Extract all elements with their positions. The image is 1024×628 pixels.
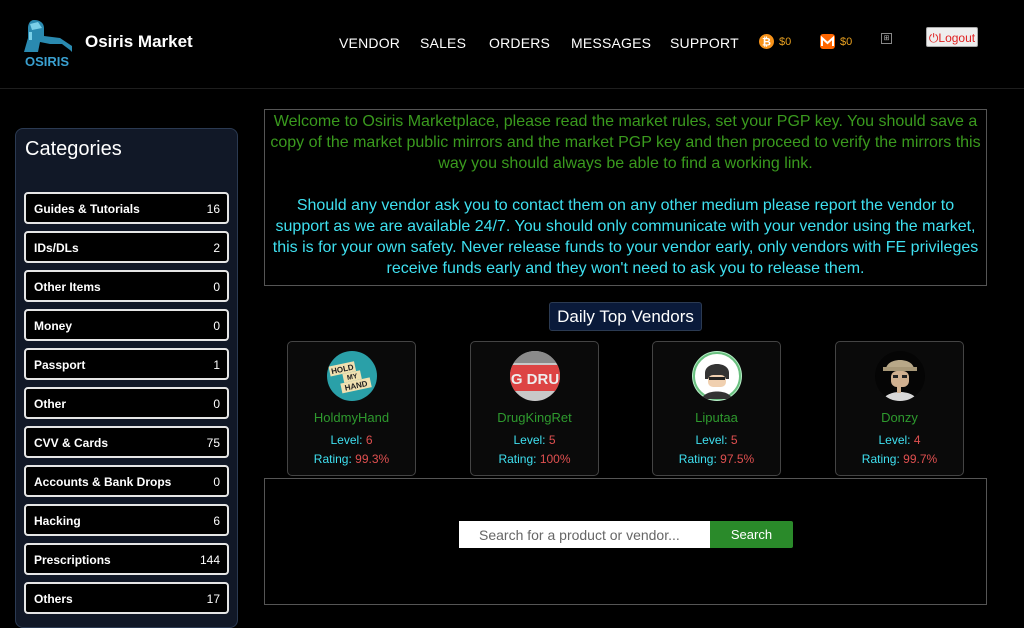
category-other-items[interactable]: Other Items 0 [24, 270, 229, 302]
vendor-avatar: HOLD MY HAND [327, 351, 377, 401]
vendor-rating: Rating: 99.3% [313, 452, 390, 466]
top-bar: OSIRIS Osiris Market VENDOR SALES ORDERS… [0, 0, 1024, 89]
welcome-paragraph: Welcome to Osiris Marketplace, please re… [270, 113, 981, 172]
category-others[interactable]: Others 17 [24, 582, 229, 614]
vendor-level: Level: 6 [330, 433, 373, 447]
vendor-rating: Rating: 97.5% [678, 452, 755, 466]
category-accounts-bank-drops[interactable]: Accounts & Bank Drops 0 [24, 465, 229, 497]
vendor-rating: Rating: 100% [498, 452, 571, 466]
categories-sidebar: Categories Guides & Tutorials 16 IDs/DLs 2… [15, 128, 238, 628]
category-count: 0 [213, 397, 220, 411]
category-money[interactable]: Money 0 [24, 309, 229, 341]
vendor-name[interactable]: Liputaa [653, 410, 780, 425]
bitcoin-icon: ₿ [759, 34, 774, 49]
search-input[interactable] [459, 521, 710, 548]
category-count: 17 [206, 592, 220, 606]
xmr-balance: $0 [840, 36, 853, 48]
category-guides-tutorials[interactable]: Guides & Tutorials 16 [24, 192, 229, 224]
welcome-notice: Welcome to Osiris Marketplace, please re… [264, 109, 987, 286]
category-count: 6 [213, 514, 220, 528]
vendor-level: Level: 4 [878, 433, 921, 447]
vendor-card[interactable]: G DRU DrugKingRet Level: 5 Rating: 100% [470, 341, 599, 476]
logout-label: Logout [938, 31, 976, 45]
category-label: Other Items [34, 280, 101, 294]
nav-messages[interactable]: MESSAGES [571, 35, 651, 51]
category-passport[interactable]: Passport 1 [24, 348, 229, 380]
logout-button[interactable]: ⏻Logout [926, 27, 978, 47]
vendor-name[interactable]: Donzy [836, 410, 963, 425]
search-button[interactable]: Search [710, 521, 793, 548]
vendor-level: Level: 5 [695, 433, 738, 447]
category-label: Prescriptions [34, 553, 111, 567]
vendor-card[interactable]: Liputaa Level: 5 Rating: 97.5% [652, 341, 781, 476]
category-label: Passport [34, 358, 86, 372]
vendor-card[interactable]: HOLD MY HAND HoldmyHand Level: 6 Rating:… [287, 341, 416, 476]
category-count: 0 [213, 319, 220, 333]
category-prescriptions[interactable]: Prescriptions 144 [24, 543, 229, 575]
vendor-avatar [692, 351, 742, 401]
category-ids-dls[interactable]: IDs/DLs 2 [24, 231, 229, 263]
nav-vendor[interactable]: VENDOR [339, 35, 400, 51]
categories-title: Categories [25, 138, 122, 160]
nav-sales[interactable]: SALES [420, 35, 466, 51]
category-count: 2 [213, 241, 220, 255]
brand-name[interactable]: Osiris Market [85, 32, 193, 52]
svg-text:₿: ₿ [762, 37, 771, 49]
category-label: Accounts & Bank Drops [34, 475, 172, 489]
category-count: 1 [213, 358, 220, 372]
vendor-name[interactable]: HoldmyHand [288, 410, 415, 425]
category-label: Hacking [34, 514, 81, 528]
category-count: 16 [206, 202, 220, 216]
nav-orders[interactable]: ORDERS [489, 35, 550, 51]
category-label: Other [34, 397, 67, 411]
category-label: Others [34, 592, 73, 606]
vendor-card[interactable]: Donzy Level: 4 Rating: 99.7% [835, 341, 964, 476]
nav-support[interactable]: SUPPORT [670, 35, 739, 51]
vendor-level: Level: 5 [513, 433, 556, 447]
vendor-avatar [875, 351, 925, 401]
power-icon: ⏻ [928, 31, 939, 45]
category-label: IDs/DLs [34, 241, 79, 255]
category-hacking[interactable]: Hacking 6 [24, 504, 229, 536]
monero-icon [820, 34, 835, 49]
category-count: 0 [213, 280, 220, 294]
osiris-logo[interactable]: OSIRIS [16, 16, 78, 70]
category-count: 144 [199, 553, 220, 567]
safety-paragraph: Should any vendor ask you to contact the… [272, 197, 979, 277]
vendor-avatar: G DRU [510, 351, 560, 401]
category-cvv-cards[interactable]: CVV & Cards 75 [24, 426, 229, 458]
category-label: Money [34, 319, 73, 333]
btc-balance: $0 [779, 36, 792, 48]
category-label: CVV & Cards [34, 436, 109, 450]
vendor-name[interactable]: DrugKingRet [471, 410, 598, 425]
category-count: 75 [206, 436, 220, 450]
logo-text: OSIRIS [25, 54, 69, 69]
svg-text:G DRU: G DRU [511, 371, 559, 388]
category-label: Guides & Tutorials [34, 202, 140, 216]
daily-top-vendors-title: Daily Top Vendors [549, 302, 702, 331]
category-count: 0 [213, 475, 220, 489]
qr-code-icon[interactable]: ⊞ [881, 33, 892, 44]
vendor-rating: Rating: 99.7% [861, 452, 938, 466]
category-other[interactable]: Other 0 [24, 387, 229, 419]
